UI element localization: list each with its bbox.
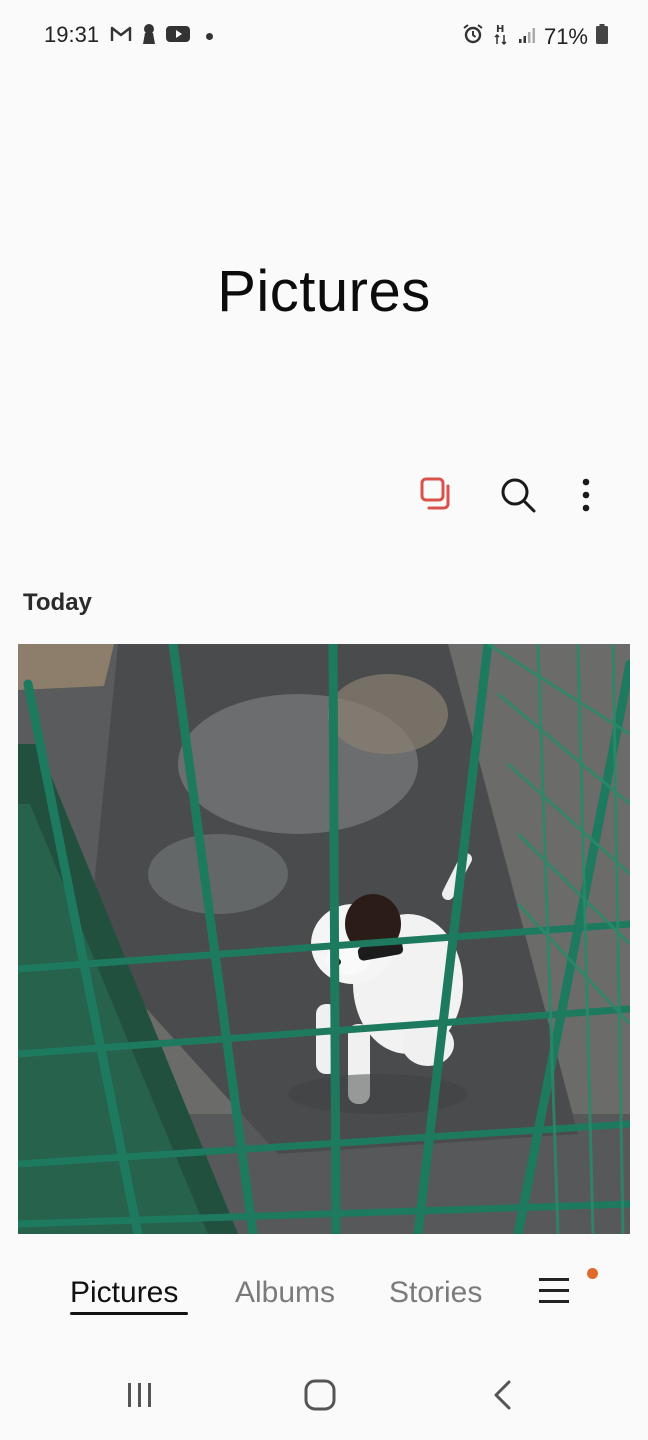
active-tab-indicator	[70, 1312, 188, 1315]
toolbar	[412, 475, 612, 519]
signal-icon	[518, 24, 536, 50]
status-bar: 19:31 H 71%	[0, 0, 648, 72]
more-options-icon	[581, 477, 591, 518]
home-button[interactable]	[290, 1372, 350, 1422]
h-data-icon: H	[492, 22, 510, 52]
svg-text:H: H	[496, 24, 504, 35]
search-icon	[499, 476, 537, 519]
page-title: Pictures	[217, 259, 431, 324]
tab-pictures[interactable]: Pictures	[70, 1276, 178, 1310]
select-button[interactable]	[416, 475, 460, 519]
back-button[interactable]	[472, 1372, 532, 1422]
status-left-icons	[110, 23, 213, 50]
home-icon	[304, 1379, 336, 1416]
back-icon	[491, 1379, 513, 1416]
more-options-button[interactable]	[564, 475, 608, 519]
search-button[interactable]	[496, 475, 540, 519]
gmail-icon	[110, 25, 132, 48]
menu-button[interactable]	[537, 1276, 577, 1310]
dog-photo	[18, 644, 630, 1234]
system-nav-bar	[0, 1360, 648, 1440]
gallery-screen: 19:31 H 71% Pictures Today Pictures Albu…	[0, 0, 648, 1440]
select-icon	[419, 476, 457, 519]
recent-apps-icon	[125, 1381, 155, 1414]
recent-apps-button[interactable]	[110, 1372, 170, 1422]
battery-percent: 71%	[543, 24, 588, 49]
keyhole-icon	[142, 23, 156, 50]
youtube-icon	[166, 25, 190, 48]
hamburger-icon	[537, 1278, 571, 1310]
status-right-icons: H 71%	[462, 22, 608, 52]
tab-albums[interactable]: Albums	[235, 1276, 335, 1310]
section-date-label: Today	[23, 589, 92, 616]
tab-stories[interactable]: Stories	[389, 1276, 482, 1310]
notification-dot	[206, 32, 213, 40]
bottom-tab-bar: Pictures Albums Stories	[0, 1270, 648, 1330]
alarm-icon	[462, 23, 484, 51]
status-time: 19:31	[44, 22, 100, 47]
notification-badge	[587, 1268, 598, 1279]
battery-icon	[596, 24, 608, 50]
photo-thumbnail[interactable]	[18, 644, 630, 1234]
